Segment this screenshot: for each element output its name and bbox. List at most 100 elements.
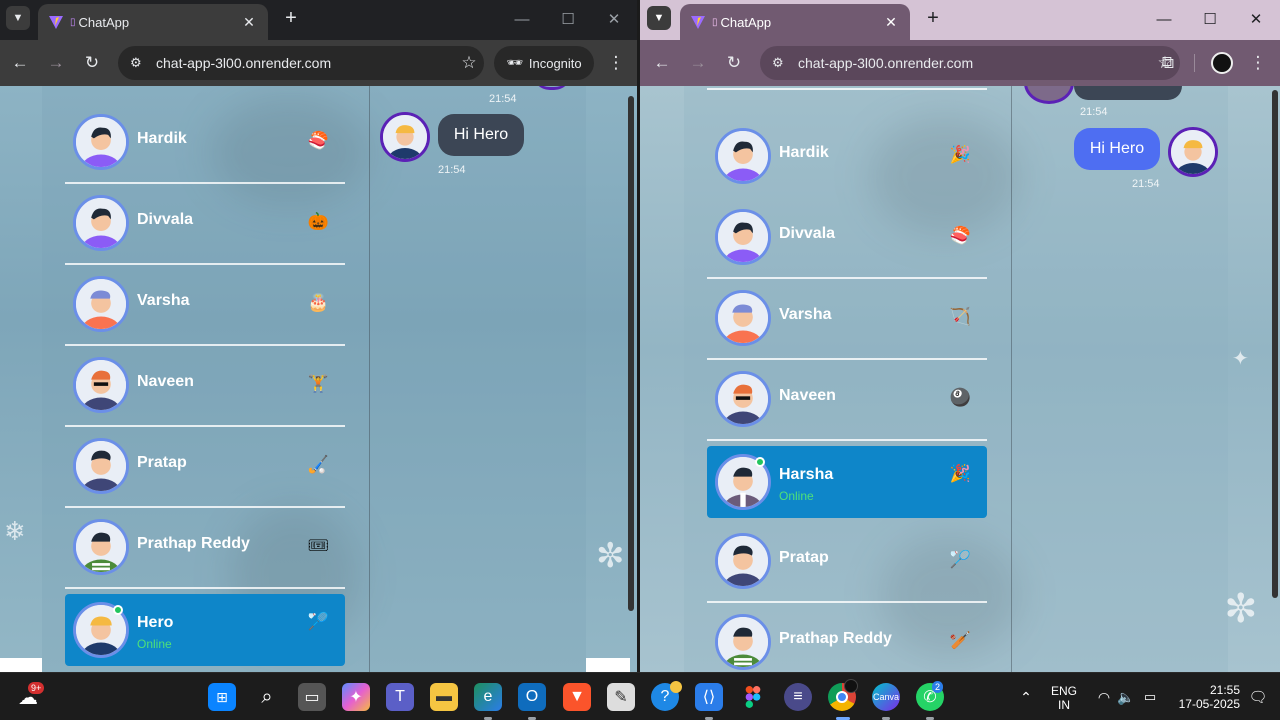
contact-row[interactable]: Varsha 🎂 xyxy=(65,266,345,346)
avatar xyxy=(73,195,129,251)
maximize-button[interactable]: ☐ xyxy=(1195,8,1225,32)
contact-name: Harsha xyxy=(779,466,834,483)
contact-row[interactable]: Prathap Reddy 🎟 xyxy=(65,509,345,589)
address-bar[interactable]: ⚙ chat-app-3l00.onrender.com ☆ xyxy=(760,46,1180,80)
incognito-indicator[interactable]: 🕶 Incognito xyxy=(494,46,594,80)
browser-toolbar: ← → ↻ ⚙ chat-app-3l00.onrender.com ☆ ⧉ ⋮ xyxy=(640,40,1280,86)
lang-bottom: IN xyxy=(1058,698,1070,712)
vite-favicon-icon xyxy=(691,16,705,29)
contact-row[interactable]: Naveen 🎱 xyxy=(707,361,987,441)
prev-message-bubble xyxy=(1074,86,1182,100)
file-explorer-icon[interactable]: ▬ xyxy=(430,683,458,711)
notepad-icon[interactable]: ✎ xyxy=(607,683,635,711)
message-time: 21:54 xyxy=(489,93,517,105)
close-tab-icon[interactable]: ✕ xyxy=(240,14,258,31)
language-indicator[interactable]: ENG IN xyxy=(1048,684,1080,712)
contact-row-selected[interactable]: Harsha Online 🎉 xyxy=(707,446,987,518)
close-window-button[interactable]: ✕ xyxy=(599,8,629,32)
contact-row[interactable]: Varsha 🏹 xyxy=(707,280,987,360)
left-browser-window: ▼ ▯ ChatApp ✕ + — ☐ ✕ ← → ↻ ⚙ chat-app-3… xyxy=(0,0,637,672)
back-button[interactable]: ← xyxy=(649,50,675,76)
canva-icon[interactable]: Canva xyxy=(872,683,900,711)
close-tab-icon[interactable]: ✕ xyxy=(882,14,900,31)
chat-app: ❄ ✼ Hardik 🍣 Divvala 🎃 Varsha 🎂 Naveen 🏋… xyxy=(0,86,637,672)
maximize-button[interactable]: ☐ xyxy=(553,8,583,32)
menu-kebab-icon[interactable]: ⋮ xyxy=(603,50,629,76)
contact-row[interactable]: Divvala 🎃 xyxy=(65,185,345,265)
avatar xyxy=(73,519,129,575)
contact-emoji: 🎱 xyxy=(949,388,971,407)
back-button[interactable]: ← xyxy=(7,50,33,76)
incognito-label: Incognito xyxy=(528,55,582,71)
contact-status: Online xyxy=(779,489,814,503)
title-bar: ▼ ▯ ChatApp ✕ + — ☐ ✕ xyxy=(640,0,1280,40)
tab-chatapp[interactable]: ▯ ChatApp ✕ xyxy=(38,4,268,40)
contact-emoji: 🏸 xyxy=(949,550,971,569)
contact-row[interactable]: Pratap 🏸 xyxy=(707,523,987,603)
contact-row-selected[interactable]: Hero Online 🏸 xyxy=(65,594,345,666)
reload-button[interactable]: ↻ xyxy=(721,50,747,76)
avatar xyxy=(73,276,129,332)
extensions-icon[interactable]: ⧉ xyxy=(1155,50,1181,76)
minimize-button[interactable]: — xyxy=(507,8,537,32)
contact-row[interactable]: Divvala 🍣 xyxy=(707,199,987,279)
reload-button[interactable]: ↻ xyxy=(79,50,105,76)
bookmark-star-icon[interactable]: ☆ xyxy=(454,53,484,73)
contact-name: Divvala xyxy=(137,211,194,228)
message-bubble-received: Hi Hero xyxy=(438,114,524,156)
contact-name: Prathap Reddy xyxy=(779,630,892,647)
task-view-icon[interactable]: ▭ xyxy=(298,683,326,711)
new-tab-button[interactable]: + xyxy=(280,8,302,30)
lang-top: ENG xyxy=(1050,684,1077,698)
new-tab-button[interactable]: + xyxy=(922,8,944,30)
incognito-icon: 🕶 xyxy=(506,55,523,70)
menu-kebab-icon[interactable]: ⋮ xyxy=(1245,50,1271,76)
copilot-icon[interactable]: ✦ xyxy=(342,683,370,711)
contact-row[interactable]: Pratap 🏑 xyxy=(65,428,345,508)
app-icon[interactable]: ≡ xyxy=(784,683,812,711)
forward-button[interactable]: → xyxy=(685,50,711,76)
teams-icon[interactable]: T xyxy=(386,683,414,711)
search-icon[interactable]: ⌕ xyxy=(253,683,281,711)
contact-name: Naveen xyxy=(779,387,836,404)
tab-search-button[interactable]: ▼ xyxy=(6,6,30,30)
contact-name: Prathap Reddy xyxy=(137,535,250,552)
contact-row[interactable]: Hardik 🎉 xyxy=(707,118,987,198)
contact-name: Hardik xyxy=(137,130,187,147)
message-bubble-sent: Hi Hero xyxy=(1074,128,1160,170)
site-info-icon[interactable]: ⚙ xyxy=(130,55,150,71)
tab-search-button[interactable]: ▼ xyxy=(647,6,671,30)
tab-chatapp[interactable]: ▯ ChatApp ✕ xyxy=(680,4,910,40)
outlook-icon[interactable]: O xyxy=(518,683,546,711)
edge-icon[interactable]: e xyxy=(474,683,502,711)
message-text: Hi Hero xyxy=(1089,140,1145,157)
contact-row[interactable]: Prathap Reddy 🏏 xyxy=(707,604,987,672)
clock[interactable]: 21:55 17-05-2025 xyxy=(1168,683,1240,711)
contact-name: Hero xyxy=(137,614,174,631)
contact-emoji: 🍣 xyxy=(307,131,329,150)
contact-emoji: 🏋 xyxy=(307,374,329,393)
minimize-button[interactable]: — xyxy=(1149,8,1179,32)
tab-title: ChatApp xyxy=(720,14,772,30)
close-window-button[interactable]: ✕ xyxy=(1241,8,1271,32)
brave-icon[interactable]: ▼ xyxy=(563,683,591,711)
title-bar: ▼ ▯ ChatApp ✕ + — ☐ ✕ xyxy=(0,0,637,40)
vite-favicon-icon xyxy=(49,16,63,29)
start-windows-icon[interactable]: ⊞ xyxy=(208,683,236,711)
address-bar[interactable]: ⚙ chat-app-3l00.onrender.com ☆ xyxy=(118,46,484,80)
contact-row[interactable]: Hardik 🍣 xyxy=(65,104,345,184)
battery-icon[interactable]: ▭ xyxy=(1136,683,1164,711)
tab-title: ChatApp xyxy=(78,14,130,30)
right-browser-window: ▼ ▯ ChatApp ✕ + — ☐ ✕ ← → ↻ ⚙ chat-app-3… xyxy=(640,0,1280,672)
forward-button[interactable]: → xyxy=(43,50,69,76)
vscode-icon[interactable]: ⟨⟩ xyxy=(695,683,723,711)
contact-name: Pratap xyxy=(137,454,187,471)
message-avatar xyxy=(1168,127,1218,177)
figma-icon[interactable] xyxy=(739,683,767,711)
contact-row[interactable]: Naveen 🏋 xyxy=(65,347,345,427)
profile-avatar-icon[interactable] xyxy=(1211,52,1233,74)
contact-emoji: 🎂 xyxy=(307,293,329,312)
notification-icon[interactable]: 🗨 xyxy=(1244,683,1272,711)
site-info-icon[interactable]: ⚙ xyxy=(772,55,792,71)
chevron-up-icon[interactable]: ⌃ xyxy=(1012,683,1040,711)
